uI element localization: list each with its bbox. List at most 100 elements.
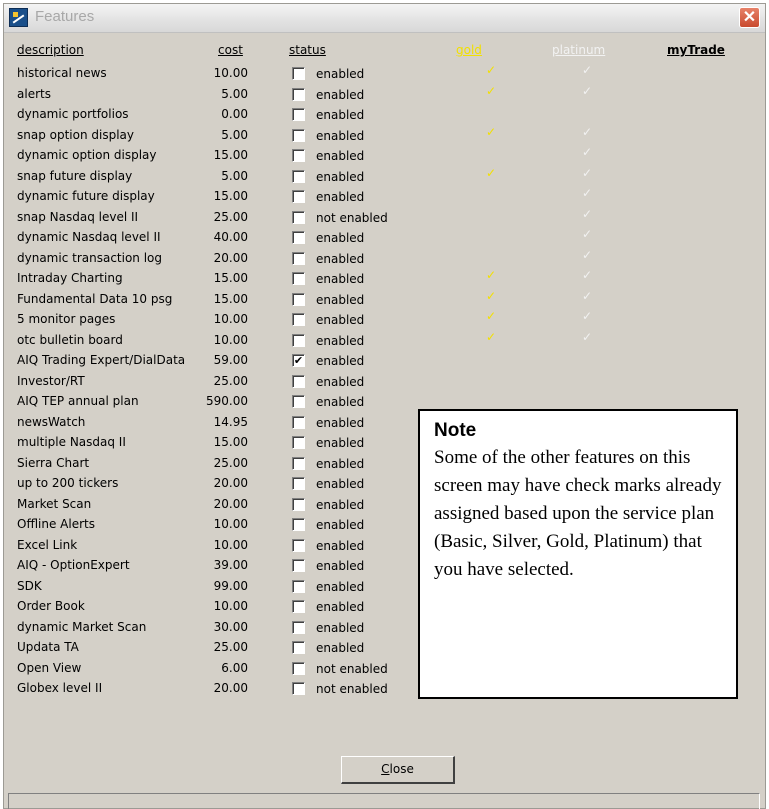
feature-list: historical news 10.00 enabled ✓ ✓ alerts 5.00 e… bbox=[4, 63, 592, 699]
feature-enable-checkbox[interactable] bbox=[292, 313, 305, 326]
feature-description: dynamic Nasdaq level II bbox=[17, 230, 161, 244]
feature-row: Excel Link 10.00 enabled bbox=[4, 535, 444, 556]
feature-cost: 10.00 bbox=[213, 332, 248, 347]
feature-enable-checkbox[interactable] bbox=[292, 333, 305, 347]
features-window: Features ✕ description cost status gold … bbox=[3, 3, 766, 809]
feature-enable-checkbox[interactable] bbox=[292, 559, 305, 572]
gold-check-icon: ✓ bbox=[485, 329, 497, 344]
feature-status: enabled bbox=[316, 333, 365, 348]
feature-description: AIQ Trading Expert/DialData bbox=[17, 353, 186, 367]
feature-enable-checkbox[interactable] bbox=[292, 436, 305, 449]
feature-enable-checkbox[interactable] bbox=[292, 682, 305, 695]
feature-row: Offline Alerts 10.00 enabled bbox=[4, 514, 444, 535]
feature-description: Fundamental Data 10 psg bbox=[17, 291, 173, 306]
feature-cost: 5.00 bbox=[221, 127, 248, 142]
feature-status: enabled bbox=[316, 579, 365, 594]
feature-cost: 15.00 bbox=[213, 148, 248, 162]
note-box: Note Some of the other features on this … bbox=[418, 409, 738, 699]
feature-row: otc bulletin board 10.00 enabled ✓ ✓ bbox=[4, 330, 592, 351]
feature-enable-checkbox[interactable] bbox=[292, 149, 305, 162]
feature-enable-checkbox[interactable] bbox=[292, 169, 305, 183]
feature-enable-checkbox[interactable] bbox=[292, 251, 305, 265]
feature-status: enabled bbox=[316, 313, 365, 327]
feature-enable-checkbox[interactable] bbox=[292, 87, 305, 101]
feature-status: enabled bbox=[316, 374, 365, 389]
feature-row: dynamic future display 15.00 enabled ✓ bbox=[4, 186, 592, 207]
feature-enable-checkbox[interactable] bbox=[292, 620, 305, 634]
feature-enable-checkbox[interactable]: ✔ bbox=[292, 354, 305, 367]
feature-description: Open View bbox=[17, 660, 82, 675]
feature-enable-checkbox[interactable] bbox=[292, 272, 305, 285]
gold-check-icon: ✓ bbox=[485, 288, 497, 303]
feature-enable-checkbox[interactable] bbox=[292, 661, 305, 675]
platinum-check-icon: ✓ bbox=[581, 63, 593, 77]
feature-row: dynamic transaction log 20.00 enabled ✓ bbox=[4, 248, 592, 269]
feature-cost: 10.00 bbox=[213, 599, 248, 613]
feature-cost: 6.00 bbox=[221, 660, 248, 675]
feature-cost: 20.00 bbox=[213, 476, 248, 490]
feature-row: Investor/RT 25.00 enabled bbox=[4, 371, 444, 392]
feature-description: otc bulletin board bbox=[17, 332, 123, 347]
feature-status: enabled bbox=[316, 415, 365, 430]
feature-status: enabled bbox=[316, 128, 365, 143]
feature-description: Intraday Charting bbox=[17, 271, 123, 285]
feature-enable-checkbox[interactable] bbox=[292, 497, 305, 511]
feature-cost: 30.00 bbox=[213, 619, 248, 634]
feature-enable-checkbox[interactable] bbox=[292, 538, 305, 552]
feature-enable-checkbox[interactable] bbox=[292, 600, 305, 613]
platinum-check-icon: ✓ bbox=[581, 145, 593, 159]
feature-enable-checkbox[interactable] bbox=[292, 518, 305, 531]
platinum-check-icon: ✓ bbox=[581, 227, 593, 241]
gold-check-icon: ✓ bbox=[485, 124, 497, 139]
feature-enable-checkbox[interactable] bbox=[292, 67, 305, 80]
feature-description: 5 monitor pages bbox=[17, 312, 116, 326]
feature-enable-checkbox[interactable] bbox=[292, 477, 305, 490]
feature-row: Order Book 10.00 enabled bbox=[4, 596, 444, 617]
feature-enable-checkbox[interactable] bbox=[292, 415, 305, 429]
feature-cost: 15.00 bbox=[213, 291, 248, 306]
feature-description: snap option display bbox=[17, 127, 135, 142]
feature-cost: 15.00 bbox=[213, 271, 248, 285]
feature-status: enabled bbox=[316, 251, 365, 266]
feature-enable-checkbox[interactable] bbox=[292, 190, 305, 203]
feature-enable-checkbox[interactable] bbox=[292, 374, 305, 388]
feature-status: not enabled bbox=[316, 682, 388, 696]
platinum-check-icon: ✓ bbox=[581, 206, 593, 221]
feature-status: enabled bbox=[316, 231, 365, 245]
title-bar[interactable]: Features ✕ bbox=[4, 4, 765, 33]
feature-enable-checkbox[interactable] bbox=[292, 210, 305, 224]
feature-enable-checkbox[interactable] bbox=[292, 128, 305, 142]
feature-row: AIQ - OptionExpert 39.00 enabled bbox=[4, 555, 444, 576]
feature-description: multiple Nasdaq II bbox=[17, 435, 126, 449]
feature-enable-checkbox[interactable] bbox=[292, 456, 305, 470]
feature-status: enabled bbox=[316, 641, 365, 655]
feature-row: SDK 99.00 enabled bbox=[4, 576, 444, 597]
feature-description: dynamic option display bbox=[17, 148, 157, 162]
feature-row: historical news 10.00 enabled ✓ ✓ bbox=[4, 63, 592, 84]
feature-cost: 10.00 bbox=[213, 66, 248, 80]
feature-row: newsWatch 14.95 enabled bbox=[4, 412, 444, 433]
feature-cost: 10.00 bbox=[213, 537, 248, 552]
platinum-check-icon: ✓ bbox=[581, 124, 593, 139]
window-close-icon[interactable]: ✕ bbox=[739, 7, 760, 28]
status-bar bbox=[8, 793, 760, 809]
feature-status: enabled bbox=[316, 477, 365, 491]
feature-cost: 14.95 bbox=[213, 414, 248, 429]
feature-enable-checkbox[interactable] bbox=[292, 292, 305, 306]
feature-cost: 5.00 bbox=[221, 168, 248, 183]
feature-description: dynamic transaction log bbox=[17, 250, 163, 265]
feature-description: SDK bbox=[17, 578, 42, 593]
feature-status: enabled bbox=[316, 190, 365, 204]
feature-row: AIQ TEP annual plan 590.00 enabled bbox=[4, 391, 444, 412]
feature-enable-checkbox[interactable] bbox=[292, 579, 305, 593]
feature-enable-checkbox[interactable] bbox=[292, 395, 305, 408]
close-button[interactable]: Close bbox=[341, 756, 455, 784]
app-chart-icon bbox=[9, 8, 28, 27]
feature-enable-checkbox[interactable] bbox=[292, 108, 305, 121]
note-title: Note bbox=[434, 420, 477, 441]
note-body: Some of the other features on this scree… bbox=[434, 447, 722, 580]
feature-enable-checkbox[interactable] bbox=[292, 641, 305, 654]
feature-enable-checkbox[interactable] bbox=[292, 231, 305, 244]
gold-column-header: gold bbox=[456, 43, 482, 57]
close-button-mnemonic: C bbox=[381, 762, 390, 776]
